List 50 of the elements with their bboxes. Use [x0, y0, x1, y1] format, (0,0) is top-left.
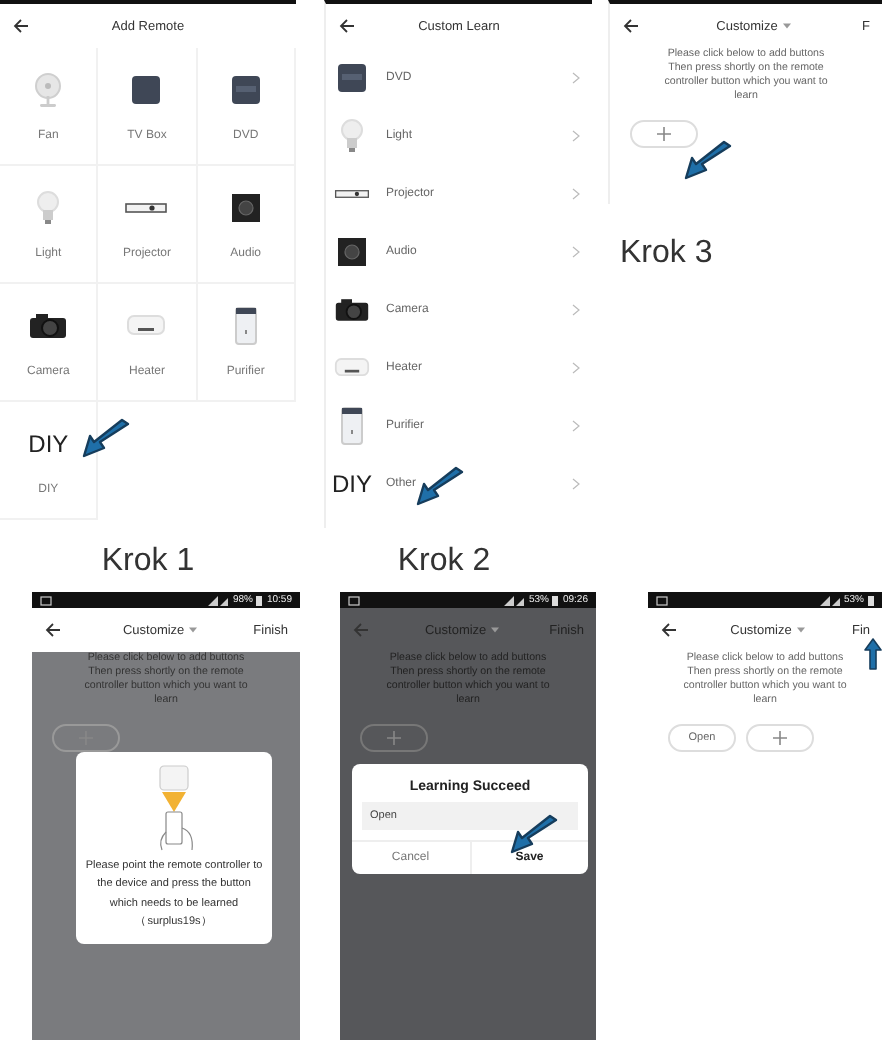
tv-box-icon	[130, 74, 163, 106]
back-arrow-icon	[12, 18, 30, 34]
signal-icon	[819, 595, 840, 605]
notification-icon	[656, 595, 668, 605]
dvd-player-icon	[336, 61, 368, 93]
notification-icon	[40, 595, 52, 605]
back-arrow-icon	[352, 622, 370, 638]
projector-icon	[334, 185, 370, 201]
camera-icon	[28, 312, 69, 340]
chevron-icon	[572, 245, 580, 257]
chevron-icon	[572, 303, 580, 315]
projector-icon	[124, 200, 169, 216]
caret-icon	[781, 22, 792, 30]
fan-icon	[32, 72, 65, 108]
chevron-icon	[572, 187, 580, 199]
battery-icon	[256, 595, 263, 605]
chevron-icon	[572, 71, 580, 83]
air-purifier-icon	[233, 306, 258, 346]
notification-icon	[348, 595, 360, 605]
back-arrow-icon	[622, 18, 640, 34]
step-caption: Krok 3	[618, 234, 715, 272]
diy-icon-text: DIY	[332, 469, 373, 497]
light-bulb-icon	[36, 190, 61, 226]
dvd-player-icon	[229, 74, 262, 106]
diy-icon-text: DIY	[28, 430, 69, 458]
light-bulb-icon	[340, 117, 364, 153]
plus-icon	[386, 729, 402, 746]
plus-icon	[78, 729, 94, 746]
battery-icon	[868, 595, 874, 605]
speaker-icon	[231, 194, 260, 222]
chevron-icon	[572, 419, 580, 431]
plus-icon	[656, 125, 672, 142]
back-arrow-icon	[660, 622, 678, 638]
caret-icon	[490, 626, 501, 634]
chevron-icon	[572, 361, 580, 373]
plus-icon	[772, 729, 788, 746]
battery-icon	[552, 595, 559, 605]
chevron-icon	[572, 477, 580, 489]
back-arrow-icon	[338, 18, 356, 34]
caret-icon	[795, 626, 806, 634]
back-arrow-icon	[44, 622, 62, 638]
chevron-icon	[572, 129, 580, 141]
air-purifier-icon	[340, 405, 364, 445]
heater-icon	[126, 314, 167, 338]
camera-icon	[334, 295, 370, 323]
speaker-icon	[338, 237, 366, 265]
heater-icon	[334, 355, 370, 379]
step-caption: Krok 1	[99, 542, 197, 580]
step-caption: Krok 2	[395, 542, 493, 580]
caret-icon	[188, 626, 199, 634]
